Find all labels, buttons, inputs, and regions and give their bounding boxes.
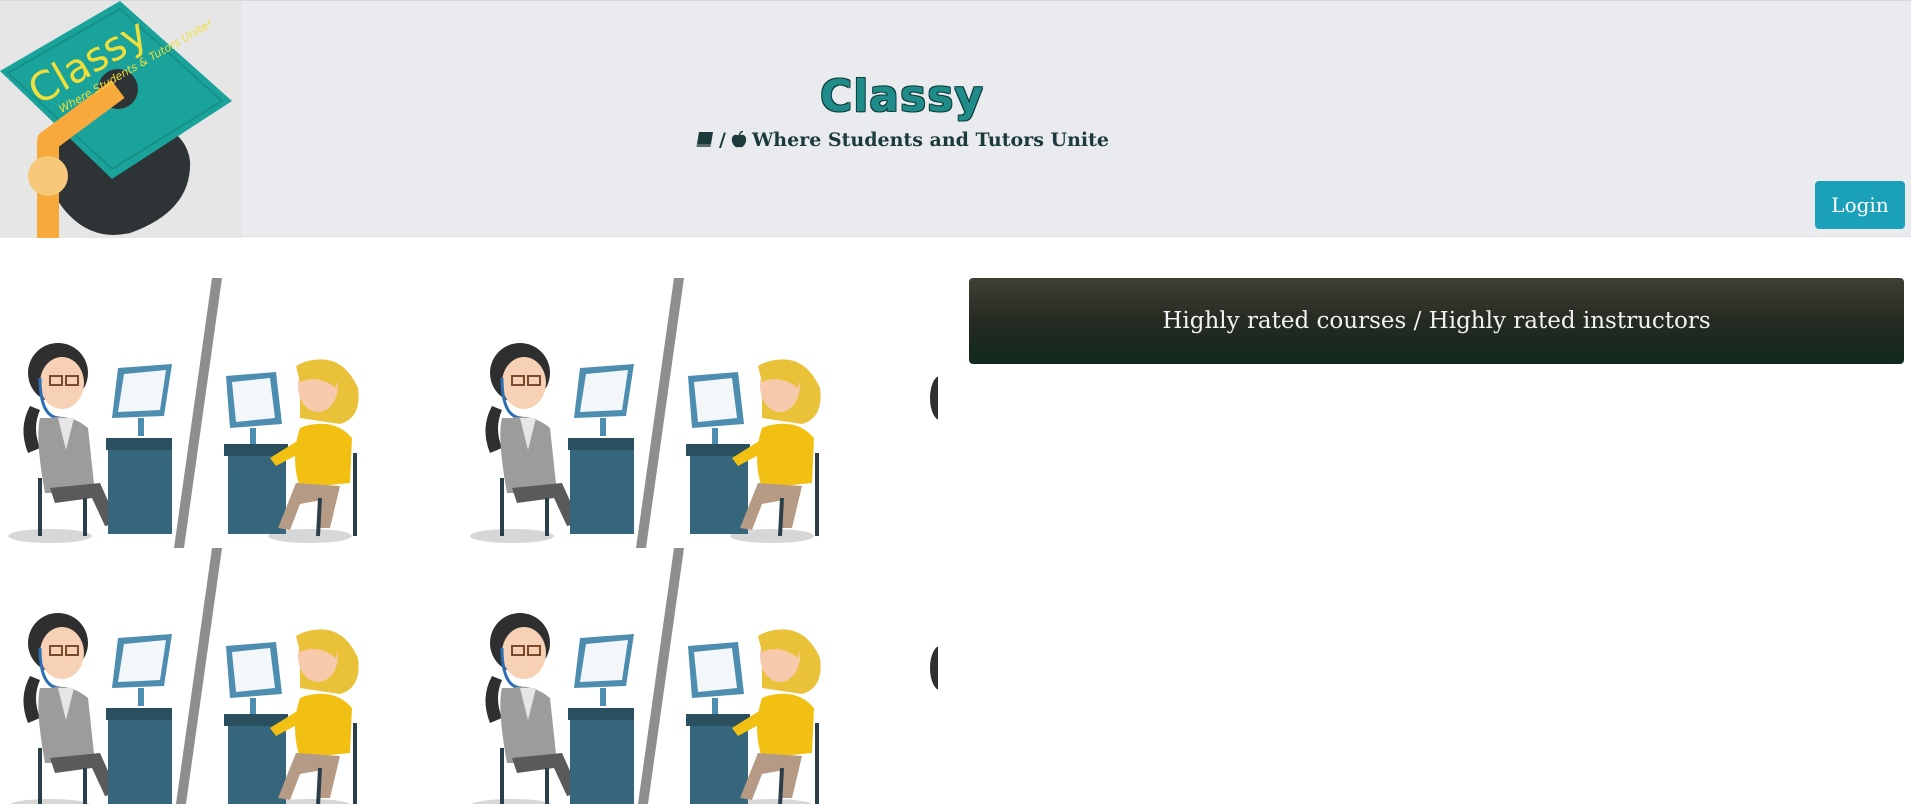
- tutoring-scene-image: [6, 548, 361, 804]
- tutoring-scene-image: [468, 548, 823, 804]
- banner-text: Highly rated courses / Highly rated inst…: [1162, 308, 1711, 334]
- login-button[interactable]: Login: [1815, 181, 1905, 229]
- site-tagline: / Where Students and Tutors Unite: [0, 129, 1804, 151]
- hero-illustration: [0, 278, 938, 804]
- tutoring-scene-image: [468, 278, 823, 548]
- book-icon: [696, 132, 714, 147]
- site-header: Classy Where Students & Tutors Unite! Cl…: [0, 0, 1911, 238]
- featured-banner[interactable]: Highly rated courses / Highly rated inst…: [969, 278, 1904, 364]
- page-title: Classy: [819, 71, 985, 122]
- apple-icon: [731, 131, 747, 148]
- tagline-separator: /: [719, 129, 726, 151]
- tile-edge: [930, 376, 938, 690]
- tutoring-scene-image: [6, 278, 361, 548]
- tagline-text: Where Students and Tutors Unite: [751, 129, 1109, 151]
